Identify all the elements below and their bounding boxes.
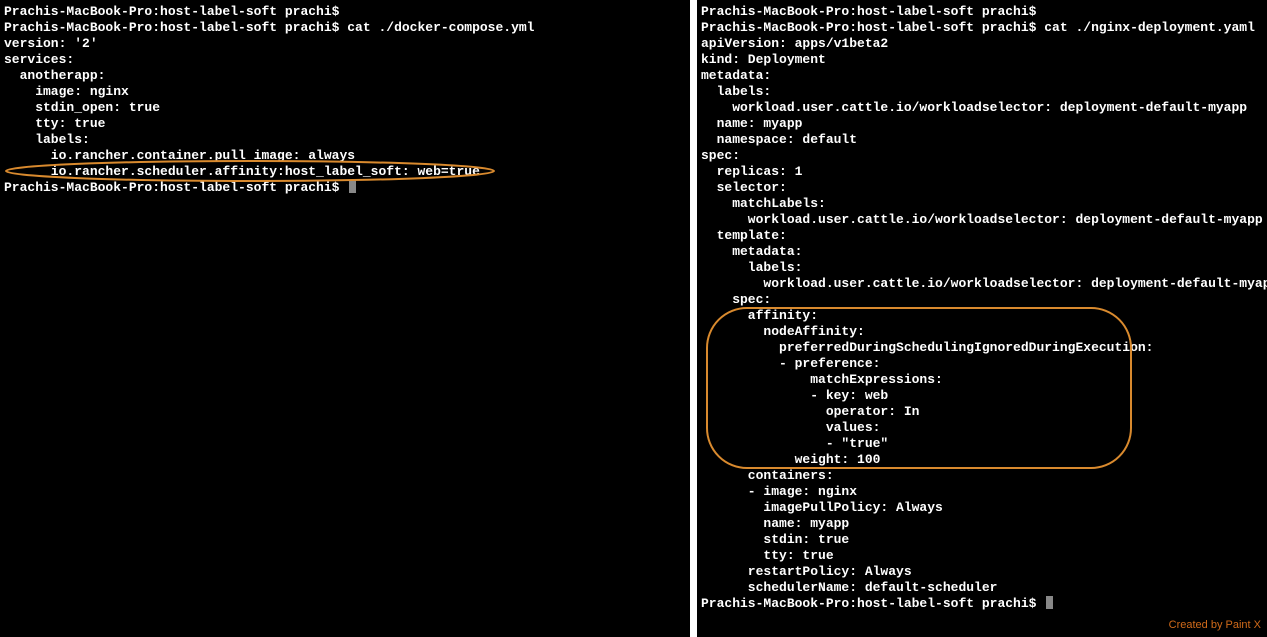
pane-divider[interactable] xyxy=(690,0,697,637)
terminal-right-pane[interactable]: Prachis-MacBook-Pro:host-label-soft prac… xyxy=(697,0,1267,637)
terminal-line: matchExpressions: xyxy=(701,372,1267,388)
terminal-line: - preference: xyxy=(701,356,1267,372)
terminal-line: template: xyxy=(701,228,1267,244)
terminal-line: workload.user.cattle.io/workloadselector… xyxy=(701,276,1267,292)
terminal-line: image: nginx xyxy=(4,84,690,100)
terminal-line: affinity: xyxy=(701,308,1267,324)
terminal-left-pane[interactable]: Prachis-MacBook-Pro:host-label-soft prac… xyxy=(0,0,690,637)
terminal-line: Prachis-MacBook-Pro:host-label-soft prac… xyxy=(701,596,1267,612)
terminal-line: Prachis-MacBook-Pro:host-label-soft prac… xyxy=(4,4,690,20)
terminal-line: spec: xyxy=(701,148,1267,164)
terminal-line: - "true" xyxy=(701,436,1267,452)
terminal-line: restartPolicy: Always xyxy=(701,564,1267,580)
terminal-line: workload.user.cattle.io/workloadselector… xyxy=(701,212,1267,228)
terminal-line: Prachis-MacBook-Pro:host-label-soft prac… xyxy=(701,4,1267,20)
terminal-line: Prachis-MacBook-Pro:host-label-soft prac… xyxy=(701,20,1267,36)
terminal-line: nodeAffinity: xyxy=(701,324,1267,340)
terminal-line: stdin: true xyxy=(701,532,1267,548)
terminal-line: values: xyxy=(701,420,1267,436)
terminal-right-output: Prachis-MacBook-Pro:host-label-soft prac… xyxy=(697,0,1267,612)
terminal-left-output: Prachis-MacBook-Pro:host-label-soft prac… xyxy=(0,0,690,196)
terminal-line: anotherapp: xyxy=(4,68,690,84)
terminal-line: imagePullPolicy: Always xyxy=(701,500,1267,516)
terminal-line: tty: true xyxy=(4,116,690,132)
terminal-line: labels: xyxy=(701,84,1267,100)
terminal-line: labels: xyxy=(4,132,690,148)
terminal-line: matchLabels: xyxy=(701,196,1267,212)
terminal-line: spec: xyxy=(701,292,1267,308)
terminal-line: metadata: xyxy=(701,68,1267,84)
split-panes: Prachis-MacBook-Pro:host-label-soft prac… xyxy=(0,0,1267,637)
watermark-text: Created by Paint X xyxy=(1169,617,1261,633)
terminal-line: - key: web xyxy=(701,388,1267,404)
terminal-line: name: myapp xyxy=(701,116,1267,132)
terminal-line: selector: xyxy=(701,180,1267,196)
cursor-icon xyxy=(1046,596,1053,609)
terminal-line: Prachis-MacBook-Pro:host-label-soft prac… xyxy=(4,180,690,196)
terminal-line: io.rancher.container.pull_image: always xyxy=(4,148,690,164)
terminal-line: namespace: default xyxy=(701,132,1267,148)
terminal-line: labels: xyxy=(701,260,1267,276)
terminal-line: preferredDuringSchedulingIgnoredDuringEx… xyxy=(701,340,1267,356)
terminal-line: replicas: 1 xyxy=(701,164,1267,180)
terminal-line: stdin_open: true xyxy=(4,100,690,116)
terminal-line: name: myapp xyxy=(701,516,1267,532)
cursor-icon xyxy=(349,180,356,193)
terminal-line: operator: In xyxy=(701,404,1267,420)
terminal-line: metadata: xyxy=(701,244,1267,260)
terminal-line: Prachis-MacBook-Pro:host-label-soft prac… xyxy=(4,20,690,36)
terminal-line: schedulerName: default-scheduler xyxy=(701,580,1267,596)
terminal-line: weight: 100 xyxy=(701,452,1267,468)
terminal-line: version: '2' xyxy=(4,36,690,52)
terminal-line: services: xyxy=(4,52,690,68)
terminal-line: apiVersion: apps/v1beta2 xyxy=(701,36,1267,52)
terminal-line: workload.user.cattle.io/workloadselector… xyxy=(701,100,1267,116)
terminal-line: kind: Deployment xyxy=(701,52,1267,68)
terminal-line: tty: true xyxy=(701,548,1267,564)
terminal-line: containers: xyxy=(701,468,1267,484)
terminal-line: io.rancher.scheduler.affinity:host_label… xyxy=(4,164,690,180)
terminal-line: - image: nginx xyxy=(701,484,1267,500)
